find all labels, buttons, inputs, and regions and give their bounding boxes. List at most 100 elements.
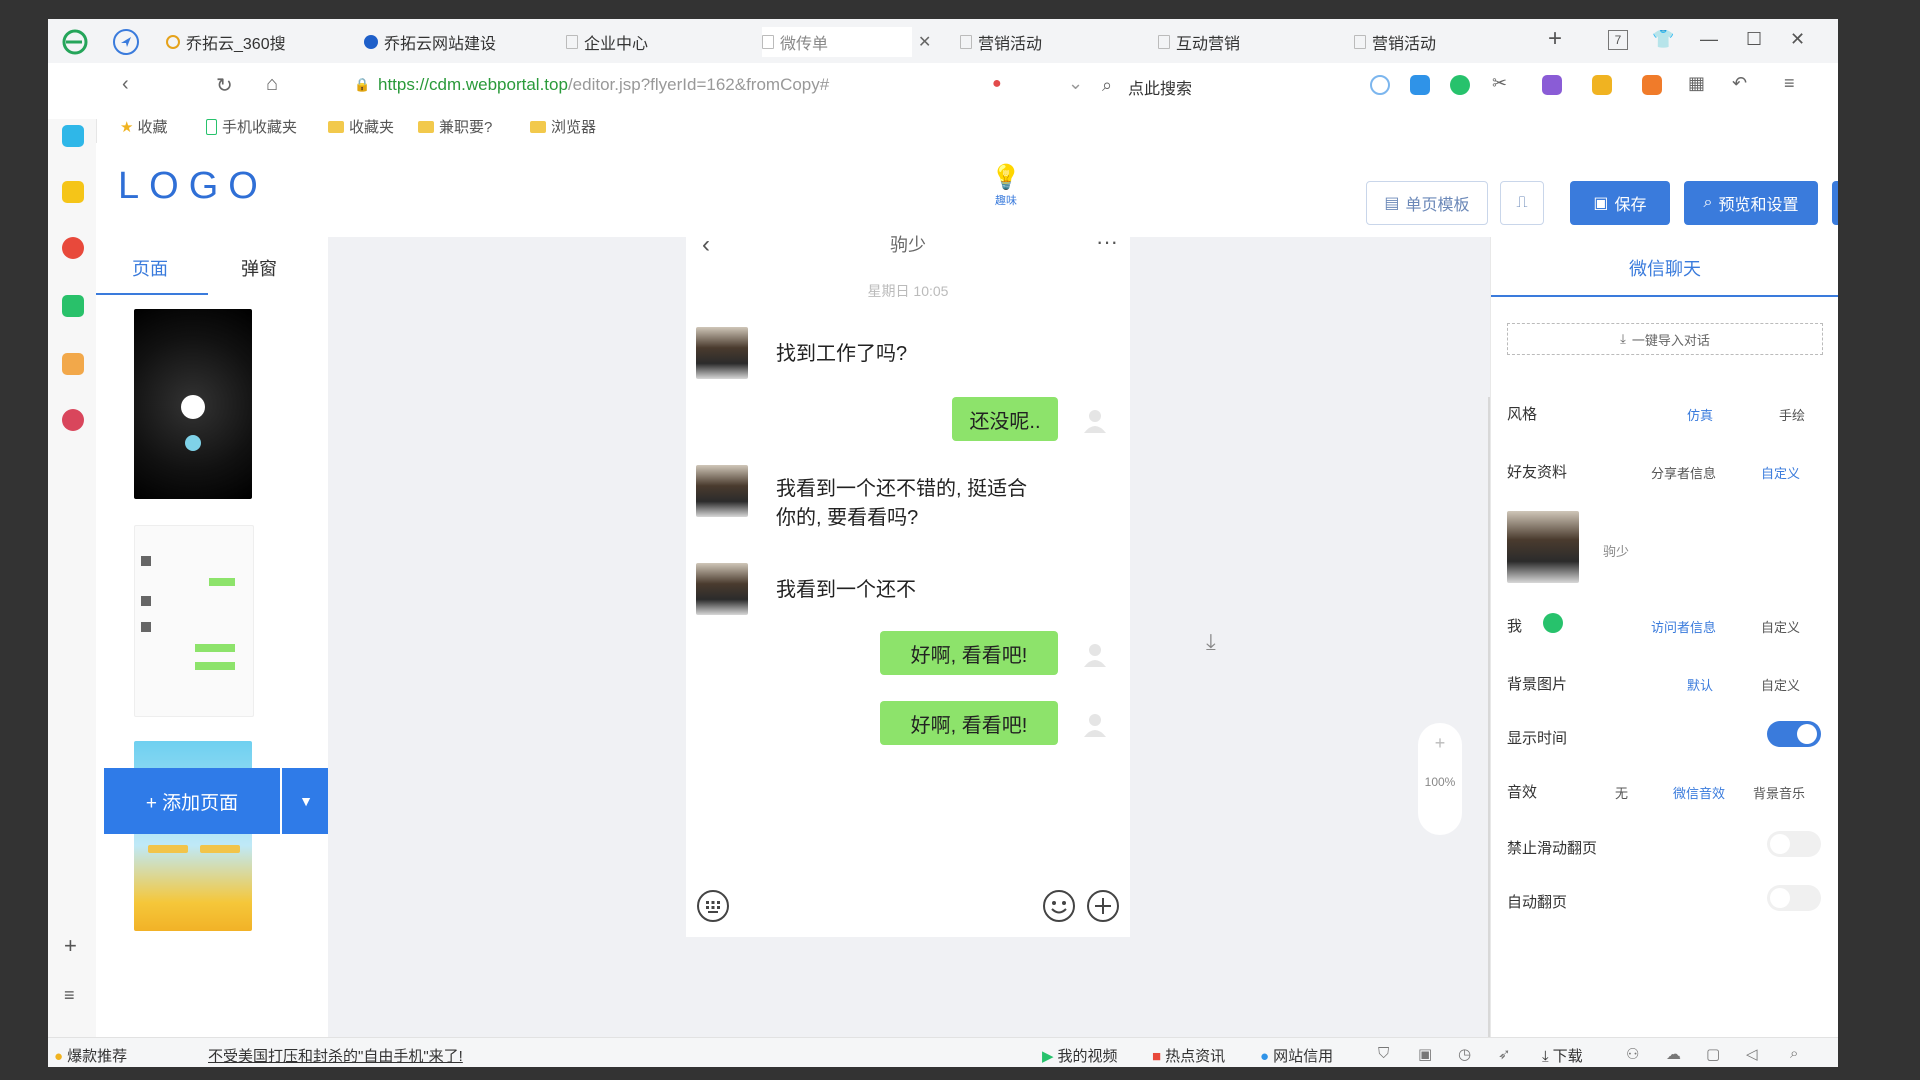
- bookmark-favorites[interactable]: ★ 收藏: [120, 116, 167, 137]
- sidebar-panda-icon[interactable]: [62, 409, 84, 431]
- tab-5[interactable]: 营销活动: [960, 27, 1110, 57]
- download-icon[interactable]: ⤓: [1206, 629, 1216, 655]
- no-swipe-toggle[interactable]: [1767, 831, 1821, 857]
- ext-triangle-icon[interactable]: [1410, 75, 1430, 95]
- tab-popup[interactable]: 弹窗: [241, 255, 277, 281]
- bookmark-folder-2[interactable]: 兼职要?: [418, 116, 492, 137]
- hot-news-link[interactable]: ■ 热点资讯: [1152, 1045, 1225, 1066]
- news-ticker-link[interactable]: 不受美国打压和封杀的"自由手机"来了!: [208, 1045, 463, 1066]
- tab-2[interactable]: 乔拓云网站建设: [364, 27, 514, 57]
- sidebar-mail-icon[interactable]: [62, 295, 84, 317]
- status-volume-icon[interactable]: ◁: [1746, 1045, 1758, 1063]
- navigate-icon[interactable]: [112, 27, 142, 57]
- sidebar-game-icon[interactable]: [62, 353, 84, 375]
- bookmark-mobile[interactable]: 手机收藏夹: [206, 116, 297, 137]
- site-credit-link[interactable]: ● 网站信用: [1260, 1045, 1333, 1066]
- status-game-icon[interactable]: ⚇: [1626, 1045, 1639, 1063]
- power-button[interactable]: ⏻: [1832, 181, 1838, 225]
- menu-icon[interactable]: ≡: [1784, 73, 1795, 94]
- friend-name-field[interactable]: 驹少: [1603, 541, 1629, 560]
- style-option-real[interactable]: 仿真: [1687, 405, 1713, 424]
- my-videos-link[interactable]: ▶ 我的视频: [1042, 1045, 1118, 1066]
- undo-icon[interactable]: ↶: [1732, 73, 1747, 94]
- show-time-toggle[interactable]: [1767, 721, 1821, 747]
- sidebar-add-icon[interactable]: +: [64, 933, 77, 959]
- sound-option-bgm[interactable]: 背景音乐: [1753, 783, 1805, 802]
- status-image-icon[interactable]: ▣: [1418, 1045, 1432, 1063]
- dropdown-icon[interactable]: ⌄: [1068, 73, 1083, 94]
- chat-message[interactable]: 找到工作了吗?: [776, 337, 907, 366]
- new-tab-button[interactable]: +: [1548, 25, 1562, 53]
- chat-more-icon[interactable]: ···: [1096, 229, 1118, 255]
- status-clock-icon[interactable]: ◷: [1458, 1045, 1471, 1063]
- maximize-icon[interactable]: ☐: [1746, 29, 1762, 50]
- ext-game-icon[interactable]: [1642, 75, 1662, 95]
- bg-option-default[interactable]: 默认: [1687, 675, 1713, 694]
- minimize-icon[interactable]: —: [1700, 29, 1718, 50]
- sound-option-wechat[interactable]: 微信音效: [1673, 783, 1725, 802]
- sidebar-weibo-icon[interactable]: [62, 237, 84, 259]
- add-page-dropdown[interactable]: ▼: [282, 768, 330, 834]
- style-option-hand[interactable]: 手绘: [1779, 405, 1805, 424]
- add-page-button[interactable]: + 添加页面: [104, 768, 280, 834]
- close-tab-icon[interactable]: ✕: [918, 27, 934, 57]
- me-option-custom[interactable]: 自定义: [1761, 617, 1800, 636]
- page-thumbnail-1[interactable]: [134, 309, 252, 499]
- page-thumbnail-2[interactable]: [134, 525, 254, 717]
- sidebar-list-icon[interactable]: ≡: [64, 985, 75, 1006]
- reload-icon[interactable]: ↻: [216, 73, 233, 98]
- keyboard-icon[interactable]: [696, 889, 730, 923]
- shirt-icon[interactable]: 👕: [1652, 29, 1674, 50]
- grid-icon[interactable]: ▦: [1688, 73, 1705, 94]
- chat-message-me[interactable]: 好啊, 看看吧!: [880, 701, 1058, 745]
- friend-avatar-large[interactable]: [1507, 511, 1579, 583]
- shield-icon[interactable]: ●: [992, 75, 1002, 93]
- idea-button[interactable]: 💡 趣味: [986, 163, 1026, 208]
- tab-6[interactable]: 互动营销: [1158, 27, 1308, 57]
- bookmark-folder-1[interactable]: 收藏夹: [328, 116, 394, 137]
- tab-1[interactable]: 乔拓云_360搜: [166, 27, 316, 57]
- save-button[interactable]: ▣ 保存: [1570, 181, 1670, 225]
- bg-option-custom[interactable]: 自定义: [1761, 675, 1800, 694]
- friend-option-sharer[interactable]: 分享者信息: [1651, 463, 1716, 482]
- status-cloud-icon[interactable]: ☁: [1666, 1045, 1681, 1063]
- zoom-in-icon[interactable]: +: [1418, 733, 1462, 754]
- back-icon[interactable]: ‹: [122, 73, 129, 96]
- emoji-icon[interactable]: [1042, 889, 1076, 923]
- tab-7[interactable]: 营销活动: [1354, 27, 1504, 57]
- ext-green-icon[interactable]: [1450, 75, 1470, 95]
- hot-recommend[interactable]: ● 爆款推荐: [54, 1045, 127, 1066]
- status-window-icon[interactable]: ▢: [1706, 1045, 1720, 1063]
- url-field[interactable]: https://cdm.webportal.top/editor.jsp?fly…: [378, 75, 978, 95]
- bookmark-page-button[interactable]: ⎍: [1500, 181, 1544, 225]
- ext-cloud-icon[interactable]: [1370, 75, 1390, 95]
- status-rocket-icon[interactable]: ➶: [1498, 1045, 1511, 1063]
- sidebar-star-icon[interactable]: [62, 181, 84, 203]
- tab-3[interactable]: 企业中心: [566, 27, 716, 57]
- home-icon[interactable]: ⌂: [266, 73, 278, 96]
- ext-translate-icon[interactable]: [1542, 75, 1562, 95]
- sound-option-none[interactable]: 无: [1615, 783, 1628, 802]
- auto-page-toggle[interactable]: [1767, 885, 1821, 911]
- import-dialog-button[interactable]: ⤓ 一键导入对话: [1507, 323, 1823, 355]
- tab-count-badge[interactable]: 7: [1608, 30, 1628, 50]
- search-input[interactable]: 点此搜索: [1128, 75, 1192, 99]
- download-link[interactable]: ⤓ 下载: [1542, 1045, 1583, 1066]
- browser-logo-icon[interactable]: [62, 27, 88, 57]
- friend-option-custom[interactable]: 自定义: [1761, 463, 1800, 482]
- sidebar-app-icon[interactable]: [62, 125, 84, 147]
- chat-message[interactable]: 我看到一个还不: [776, 573, 916, 602]
- template-button[interactable]: ▤ 单页模板: [1366, 181, 1488, 225]
- chat-message-me[interactable]: 好啊, 看看吧!: [880, 631, 1058, 675]
- chat-message-me[interactable]: 还没呢..: [952, 397, 1058, 441]
- me-option-visitor[interactable]: 访问者信息: [1651, 617, 1716, 636]
- preview-settings-button[interactable]: ⌕ 预览和设置: [1684, 181, 1818, 225]
- scissors-icon[interactable]: ✂: [1492, 73, 1507, 94]
- tab-4-active[interactable]: 微传单: [762, 27, 912, 57]
- bookmark-folder-3[interactable]: 浏览器: [530, 116, 596, 137]
- plus-circle-icon[interactable]: [1086, 889, 1120, 923]
- status-shield-icon[interactable]: ⛉: [1378, 1045, 1389, 1062]
- status-zoom-icon[interactable]: ⌕: [1790, 1045, 1798, 1062]
- tab-pages[interactable]: 页面: [132, 255, 168, 281]
- chat-message[interactable]: 我看到一个还不错的, 挺适合你的, 要看看吗?: [776, 475, 1036, 533]
